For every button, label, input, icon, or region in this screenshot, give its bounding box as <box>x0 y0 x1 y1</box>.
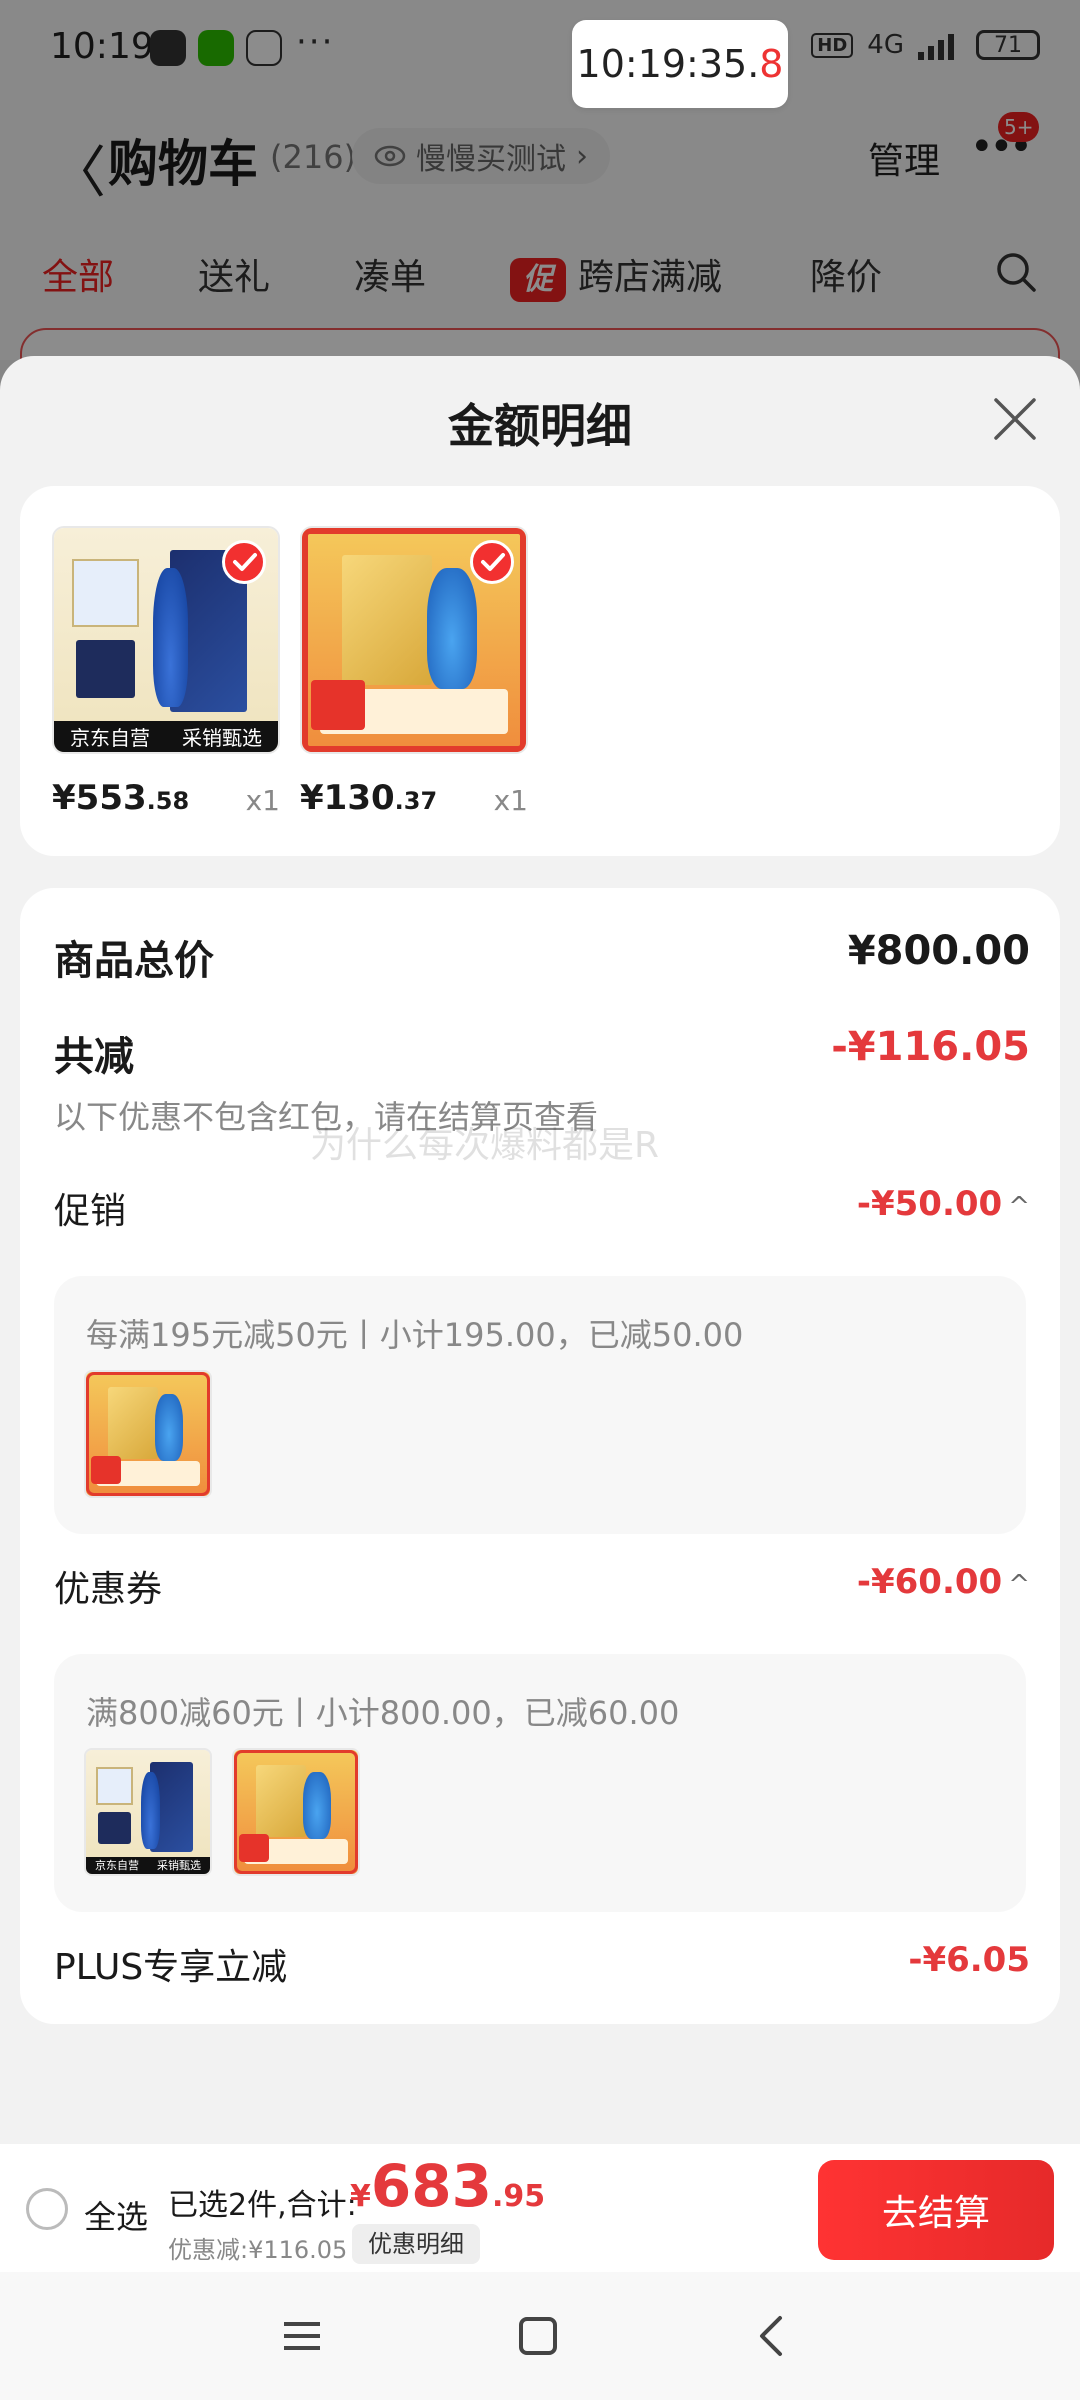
total-reduction-label: 共减 <box>54 1034 134 1080</box>
chevron-up-icon: ^ <box>1008 1192 1030 1222</box>
promotion-detail-box: 每满195元减50元丨小计195.00，已减50.00 <box>54 1276 1026 1534</box>
price-breakdown-card: 商品总价 ¥800.00 共减 -¥116.05 以下优惠不包含红包，请在结算页… <box>20 888 1060 2024</box>
check-icon <box>222 540 266 584</box>
back-icon[interactable] <box>748 2312 796 2360</box>
menu-icon[interactable] <box>278 2312 326 2360</box>
total-amount: ¥683.95 <box>350 2152 546 2220</box>
coupon-product-thumb <box>232 1748 360 1876</box>
system-navigation-bar <box>0 2272 1080 2400</box>
checkout-button[interactable]: 去结算 <box>818 2160 1054 2260</box>
promotion-rule: 每满195元减50元丨小计195.00，已减50.00 <box>86 1316 744 1354</box>
product-quantity: x1 <box>245 784 280 817</box>
coupon-detail-box: 满800减60元丨小计800.00，已减60.00 京东自营 采销甄选 <box>54 1654 1026 1912</box>
product-price: ¥130.37 <box>300 778 438 818</box>
product-image: 京东自营 采销甄选 <box>52 526 280 754</box>
amount-detail-sheet: 金额明细 京东自营 采销甄选 ¥553.58 x1 ¥130.37 x1 商品总价… <box>0 356 1080 2400</box>
home-icon[interactable] <box>514 2312 562 2360</box>
select-all-radio[interactable] <box>26 2188 68 2230</box>
selected-products-card: 京东自营 采销甄选 ¥553.58 x1 ¥130.37 x1 <box>20 486 1060 856</box>
product-item[interactable]: 京东自营 采销甄选 ¥553.58 x1 <box>52 526 280 818</box>
sheet-title: 金额明细 <box>448 399 632 453</box>
product-image-strip: 京东自营 采销甄选 <box>54 720 278 752</box>
coupon-rule: 满800减60元丨小计800.00，已减60.00 <box>86 1694 680 1732</box>
discount-detail-button[interactable]: 优惠明细 <box>352 2224 480 2264</box>
checkout-bar: 全选 已选2件,合计: ¥683.95 优惠减:¥116.05 优惠明细 去结算 <box>0 2144 1080 2272</box>
plus-discount-label: PLUS专享立减 <box>54 1947 288 1988</box>
chevron-up-icon: ^ <box>1008 1570 1030 1600</box>
coupon-label: 优惠券 <box>54 1569 163 1610</box>
promotion-value[interactable]: -¥50.00 ^ <box>857 1184 1030 1224</box>
discount-amount: 优惠减:¥116.05 <box>168 2236 348 2264</box>
product-item[interactable]: ¥130.37 x1 <box>300 526 528 818</box>
selected-info: 已选2件,合计: <box>168 2188 357 2223</box>
floating-clock: 10:19:35. 8 <box>572 20 788 108</box>
coupon-value[interactable]: -¥60.00 ^ <box>857 1562 1030 1602</box>
product-quantity: x1 <box>493 784 528 817</box>
product-image <box>300 526 528 754</box>
product-price: ¥553.58 <box>52 778 190 818</box>
promotion-product-thumb <box>84 1370 212 1498</box>
select-all-label[interactable]: 全选 <box>84 2192 148 2238</box>
watermark: 为什么每次爆料都是R <box>310 1125 660 1166</box>
total-price-value: ¥800.00 <box>847 928 1030 974</box>
plus-discount-value: -¥6.05 <box>908 1940 1030 1980</box>
total-reduction-value: -¥116.05 <box>831 1024 1030 1070</box>
check-icon <box>470 540 514 584</box>
close-icon[interactable] <box>988 392 1042 446</box>
coupon-product-thumb: 京东自营 采销甄选 <box>84 1748 212 1876</box>
promotion-label: 促销 <box>54 1191 127 1232</box>
total-price-label: 商品总价 <box>54 938 214 984</box>
